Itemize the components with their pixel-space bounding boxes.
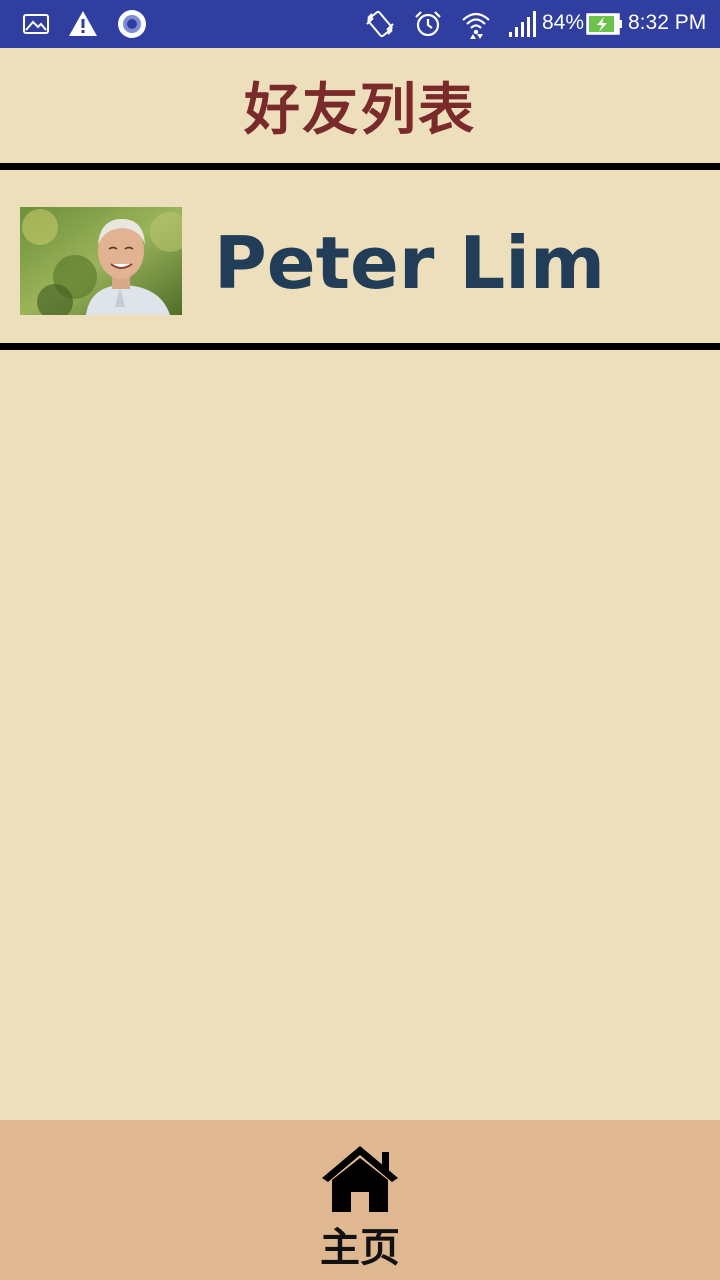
battery-charging-icon	[586, 13, 622, 35]
battery-percent: 84%	[542, 11, 585, 34]
header: 好友列表	[0, 48, 720, 163]
divider-bottom	[0, 343, 720, 350]
vibrate-icon	[366, 10, 394, 38]
friend-list-item[interactable]: Peter Lim	[0, 170, 720, 343]
warning-icon	[69, 11, 97, 36]
record-icon	[118, 10, 146, 38]
home-nav-label[interactable]: 主页	[0, 1220, 720, 1276]
image-icon	[23, 14, 49, 34]
status-time: 8:32 PM	[628, 11, 707, 34]
page-title: 好友列表	[244, 78, 476, 143]
status-bar: 84% 8:32 PM	[0, 0, 720, 48]
divider-top	[0, 163, 720, 170]
alarm-icon	[415, 11, 441, 37]
avatar-photo	[20, 207, 182, 315]
home-icon[interactable]	[320, 1142, 400, 1214]
avatar	[20, 207, 182, 315]
signal-icon	[509, 11, 536, 37]
friend-name: Peter Lim	[214, 221, 606, 305]
wifi-icon	[462, 12, 490, 39]
